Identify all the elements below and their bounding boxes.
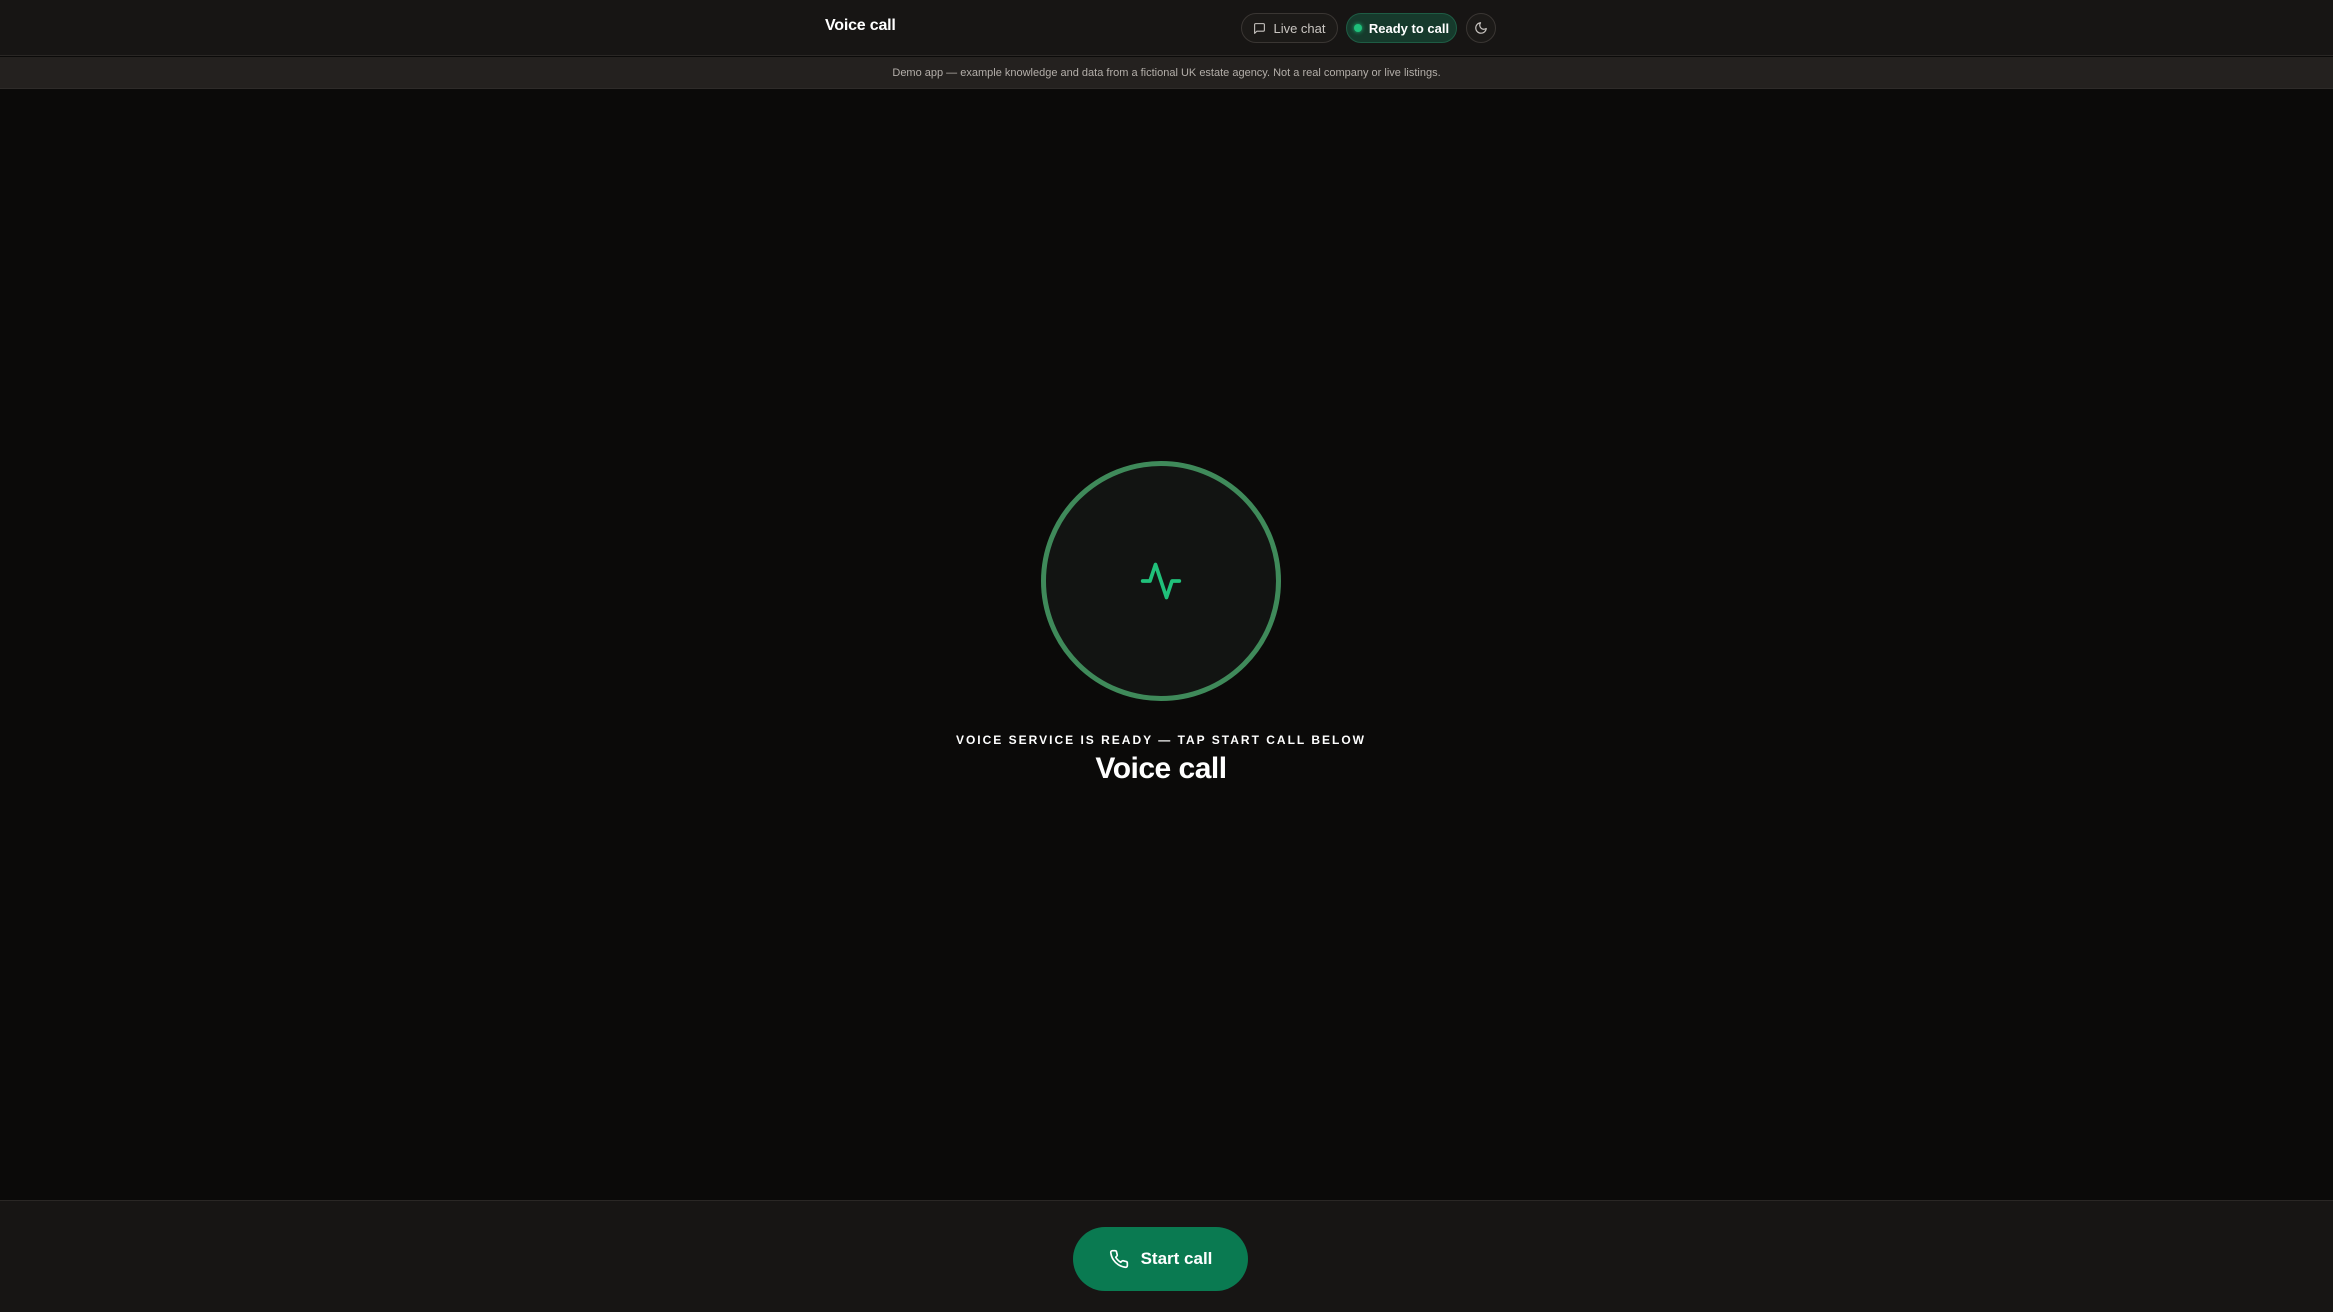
demo-notice-banner: Demo app — example knowledge and data fr…: [0, 57, 2333, 89]
activity-pulse-icon: [1140, 562, 1182, 600]
status-badge: Ready to call: [1346, 13, 1457, 43]
status-dot-icon: [1353, 24, 1362, 32]
phone-icon: [1109, 1249, 1128, 1269]
start-call-label: Start call: [1140, 1249, 1213, 1268]
top-bar: Voice call Live chat Ready to call: [0, 0, 2333, 56]
theme-toggle-button[interactable]: [1466, 13, 1496, 43]
call-footer: Start call: [0, 1200, 2333, 1312]
moon-icon: [1475, 22, 1487, 34]
status-label: Ready to call: [1368, 20, 1450, 36]
voice-orb: [1041, 461, 1281, 701]
live-chat-button[interactable]: Live chat: [1241, 13, 1338, 43]
message-square-icon: [1254, 22, 1266, 34]
page-title: Voice call: [1095, 752, 1227, 785]
start-call-button[interactable]: Start call: [1073, 1227, 1248, 1291]
voice-status-caption: VOICE SERVICE IS READY — TAP START CALL …: [955, 733, 1367, 747]
app-title: Voice call: [825, 17, 896, 34]
live-chat-label: Live chat: [1273, 20, 1326, 36]
demo-notice-text: Demo app — example knowledge and data fr…: [892, 66, 1441, 79]
